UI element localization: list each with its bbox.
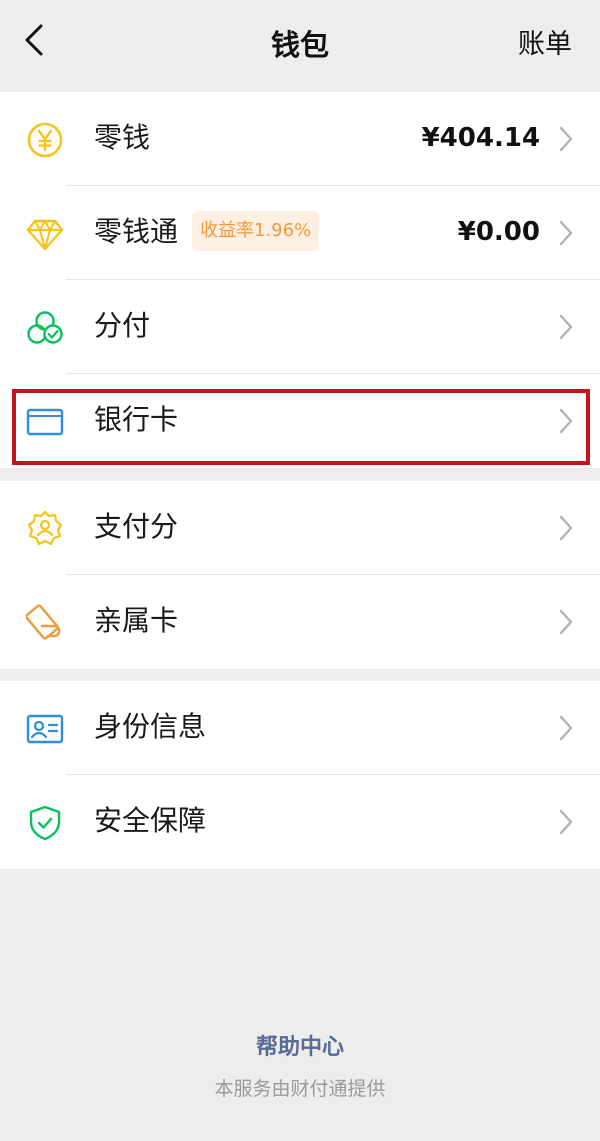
page-title: 钱包 bbox=[270, 28, 329, 62]
payment-score-icon bbox=[26, 510, 64, 548]
chevron-right-icon bbox=[559, 809, 573, 835]
list-item-bank-card[interactable]: 银行卡 bbox=[0, 374, 600, 468]
family-card-icon bbox=[26, 604, 64, 642]
item-label: 身份信息 bbox=[94, 710, 207, 743]
help-center-link[interactable]: 帮助中心 bbox=[0, 1029, 600, 1061]
bank-card-icon bbox=[26, 403, 64, 441]
wallet-group-primary: 零钱 ¥404.14 零钱通 收益率1.96% ¥0.00 分付 银行卡 bbox=[0, 92, 600, 468]
shield-check-icon bbox=[26, 804, 64, 842]
wallet-group-credit: 支付分 亲属卡 bbox=[0, 481, 600, 669]
list-item-lingqiantong[interactable]: 零钱通 收益率1.96% ¥0.00 bbox=[0, 186, 600, 280]
chevron-right-icon bbox=[559, 609, 573, 635]
id-card-icon bbox=[26, 710, 64, 748]
item-label: 亲属卡 bbox=[94, 604, 179, 637]
item-label: 零钱 bbox=[94, 121, 151, 154]
list-item-identity[interactable]: 身份信息 bbox=[0, 681, 600, 775]
balance-value: ¥404.14 bbox=[421, 123, 540, 153]
item-label: 安全保障 bbox=[94, 804, 207, 837]
chevron-right-icon bbox=[559, 408, 573, 434]
chevron-left-icon bbox=[25, 24, 43, 56]
list-item-fenfu[interactable]: 分付 bbox=[0, 280, 600, 374]
item-label: 零钱通 bbox=[94, 215, 179, 248]
list-item-security[interactable]: 安全保障 bbox=[0, 775, 600, 869]
back-button[interactable] bbox=[14, 18, 54, 62]
service-provider-note: 本服务由财付通提供 bbox=[214, 1078, 386, 1100]
item-label: 支付分 bbox=[94, 510, 179, 543]
chevron-right-icon bbox=[559, 715, 573, 741]
fenfu-icon bbox=[26, 309, 64, 347]
nav-bar: 钱包 账单 bbox=[0, 0, 600, 92]
chevron-right-icon bbox=[559, 220, 573, 246]
chevron-right-icon bbox=[559, 314, 573, 340]
balance-value: ¥0.00 bbox=[457, 217, 540, 247]
diamond-icon bbox=[26, 215, 64, 253]
chevron-right-icon bbox=[559, 515, 573, 541]
chevron-right-icon bbox=[559, 126, 573, 152]
list-item-payment-score[interactable]: 支付分 bbox=[0, 481, 600, 575]
wallet-group-account: 身份信息 安全保障 bbox=[0, 681, 600, 869]
yield-rate-badge: 收益率1.96% bbox=[192, 211, 320, 251]
item-label: 分付 bbox=[94, 309, 151, 342]
yuan-coin-icon bbox=[26, 121, 64, 159]
list-item-change[interactable]: 零钱 ¥404.14 bbox=[0, 92, 600, 186]
item-label: 银行卡 bbox=[94, 403, 179, 436]
bill-button[interactable]: 账单 bbox=[518, 22, 572, 61]
list-item-family-card[interactable]: 亲属卡 bbox=[0, 575, 600, 669]
